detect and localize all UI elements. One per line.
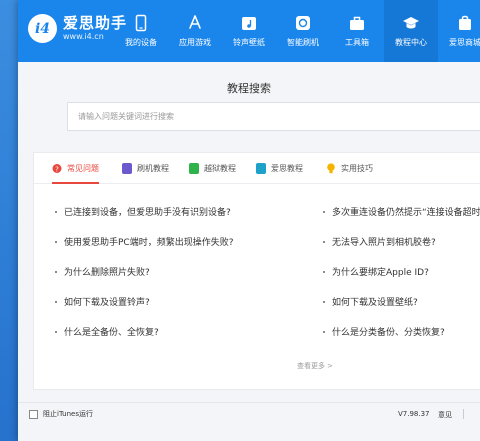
question-item[interactable]: 如何下载及设置铃声? <box>55 295 150 308</box>
nav-smart-flash[interactable]: 智能刷机 <box>276 0 330 62</box>
tab-label: 越狱教程 <box>204 164 236 173</box>
version-label: V7.98.37 <box>398 410 430 418</box>
nav-apps-games[interactable]: 应用游戏 <box>168 0 222 62</box>
feedback-link[interactable]: 意见 <box>438 410 452 420</box>
nav-tutorial-center[interactable]: 教程中心 <box>384 0 438 62</box>
question-item[interactable]: 什么是全备份、全恢复? <box>55 325 159 338</box>
svg-text:?: ? <box>55 165 59 173</box>
app-store-icon <box>189 15 201 29</box>
nav-toolbox[interactable]: 工具箱 <box>330 0 384 62</box>
question-text: 如何下载及设置铃声? <box>64 298 150 308</box>
tab-flash-tutorial[interactable]: 刷机教程 <box>122 153 169 184</box>
toolbox-icon <box>350 16 364 30</box>
search-input[interactable]: 请输入问题关键词进行搜索 <box>67 102 480 131</box>
nav-label: 爱思商城 <box>449 38 480 47</box>
question-item[interactable]: 为什么要绑定Apple ID? <box>323 265 429 278</box>
tutorial-card: ? 常见问题 刷机教程 越狱教程 爱思教程 实用技巧 已连接到设备，但爱思助手没… <box>33 152 480 390</box>
question-icon: ? <box>52 164 62 173</box>
graduation-cap-icon <box>403 17 419 29</box>
nav-label: 教程中心 <box>395 38 427 47</box>
tab-i4-tutorial[interactable]: 爱思教程 <box>256 153 303 184</box>
question-item[interactable]: 为什么删除照片失败? <box>55 265 150 278</box>
tab-faq[interactable]: ? 常见问题 <box>52 153 99 184</box>
question-text: 如何下载及设置壁纸? <box>332 298 418 308</box>
tab-label: 常见问题 <box>67 164 99 173</box>
music-icon <box>242 17 256 30</box>
logo-mark: i4 <box>34 20 51 37</box>
tab-label: 实用技巧 <box>341 164 373 173</box>
nav-label: 工具箱 <box>345 38 369 47</box>
tab-label: 刷机教程 <box>137 164 169 173</box>
question-text: 已连接到设备，但爱思助手没有识别设备? <box>64 208 231 218</box>
nav-my-device[interactable]: 我的设备 <box>114 0 168 62</box>
status-bar: 阻止iTunes运行 V7.98.37 意见 <box>18 402 480 441</box>
block-itunes-toggle[interactable]: 阻止iTunes运行 <box>29 409 93 419</box>
question-item[interactable]: 什么是分类备份、分类恢复? <box>323 325 445 338</box>
question-text: 为什么删除照片失败? <box>64 268 150 278</box>
logo-icon: i4 <box>28 14 57 43</box>
question-item[interactable]: 如何下载及设置壁纸? <box>323 295 418 308</box>
divider <box>463 409 464 419</box>
view-more-link[interactable]: 查看更多 > <box>34 361 480 371</box>
top-nav: 我的设备 应用游戏 铃声壁纸 智能刷机 工具箱 教程中心 爱思商城 <box>114 0 480 62</box>
question-text: 多次重连设备仍然提示“连接设备超时” <box>332 208 480 218</box>
nav-ringtones-wallpapers[interactable]: 铃声壁纸 <box>222 0 276 62</box>
question-text: 使用爱思助手PC端时，频繁出现操作失败? <box>64 238 234 248</box>
bulb-icon <box>327 163 335 174</box>
question-text: 什么是分类备份、分类恢复? <box>332 328 445 338</box>
phone-icon <box>135 14 147 32</box>
app-window: i4 爱思助手 www.i4.cn 我的设备 应用游戏 铃声壁纸 智能刷机 工具… <box>18 0 480 441</box>
book-icon <box>122 163 132 174</box>
checkbox[interactable] <box>29 409 38 419</box>
question-text: 为什么要绑定Apple ID? <box>332 268 429 278</box>
question-item[interactable]: 多次重连设备仍然提示“连接设备超时” <box>323 205 480 218</box>
app-logo: i4 爱思助手 www.i4.cn <box>28 14 127 43</box>
tab-jailbreak-tutorial[interactable]: 越狱教程 <box>189 153 236 184</box>
book-icon <box>256 163 266 174</box>
nav-label: 智能刷机 <box>287 38 319 47</box>
question-text: 什么是全备份、全恢复? <box>64 328 159 338</box>
nav-label: 铃声壁纸 <box>233 38 265 47</box>
block-itunes-label: 阻止iTunes运行 <box>43 410 93 418</box>
tutorial-tabs: ? 常见问题 刷机教程 越狱教程 爱思教程 实用技巧 <box>34 153 480 184</box>
tab-practical-tips[interactable]: 实用技巧 <box>326 153 373 184</box>
question-item[interactable]: 已连接到设备，但爱思助手没有识别设备? <box>55 205 231 218</box>
nav-label: 我的设备 <box>125 38 157 47</box>
header: i4 爱思助手 www.i4.cn 我的设备 应用游戏 铃声壁纸 智能刷机 工具… <box>18 0 480 62</box>
nav-shop[interactable]: 爱思商城 <box>438 0 480 62</box>
question-item[interactable]: 使用爱思助手PC端时，频繁出现操作失败? <box>55 235 234 248</box>
question-item[interactable]: 无法导入照片到相机胶卷? <box>323 235 436 248</box>
question-text: 无法导入照片到相机胶卷? <box>332 238 436 248</box>
nav-label: 应用游戏 <box>179 38 211 47</box>
flash-icon <box>296 16 310 30</box>
tab-label: 爱思教程 <box>271 164 303 173</box>
shop-icon <box>459 15 471 30</box>
book-icon <box>189 163 199 174</box>
search-title: 教程搜索 <box>227 82 271 95</box>
